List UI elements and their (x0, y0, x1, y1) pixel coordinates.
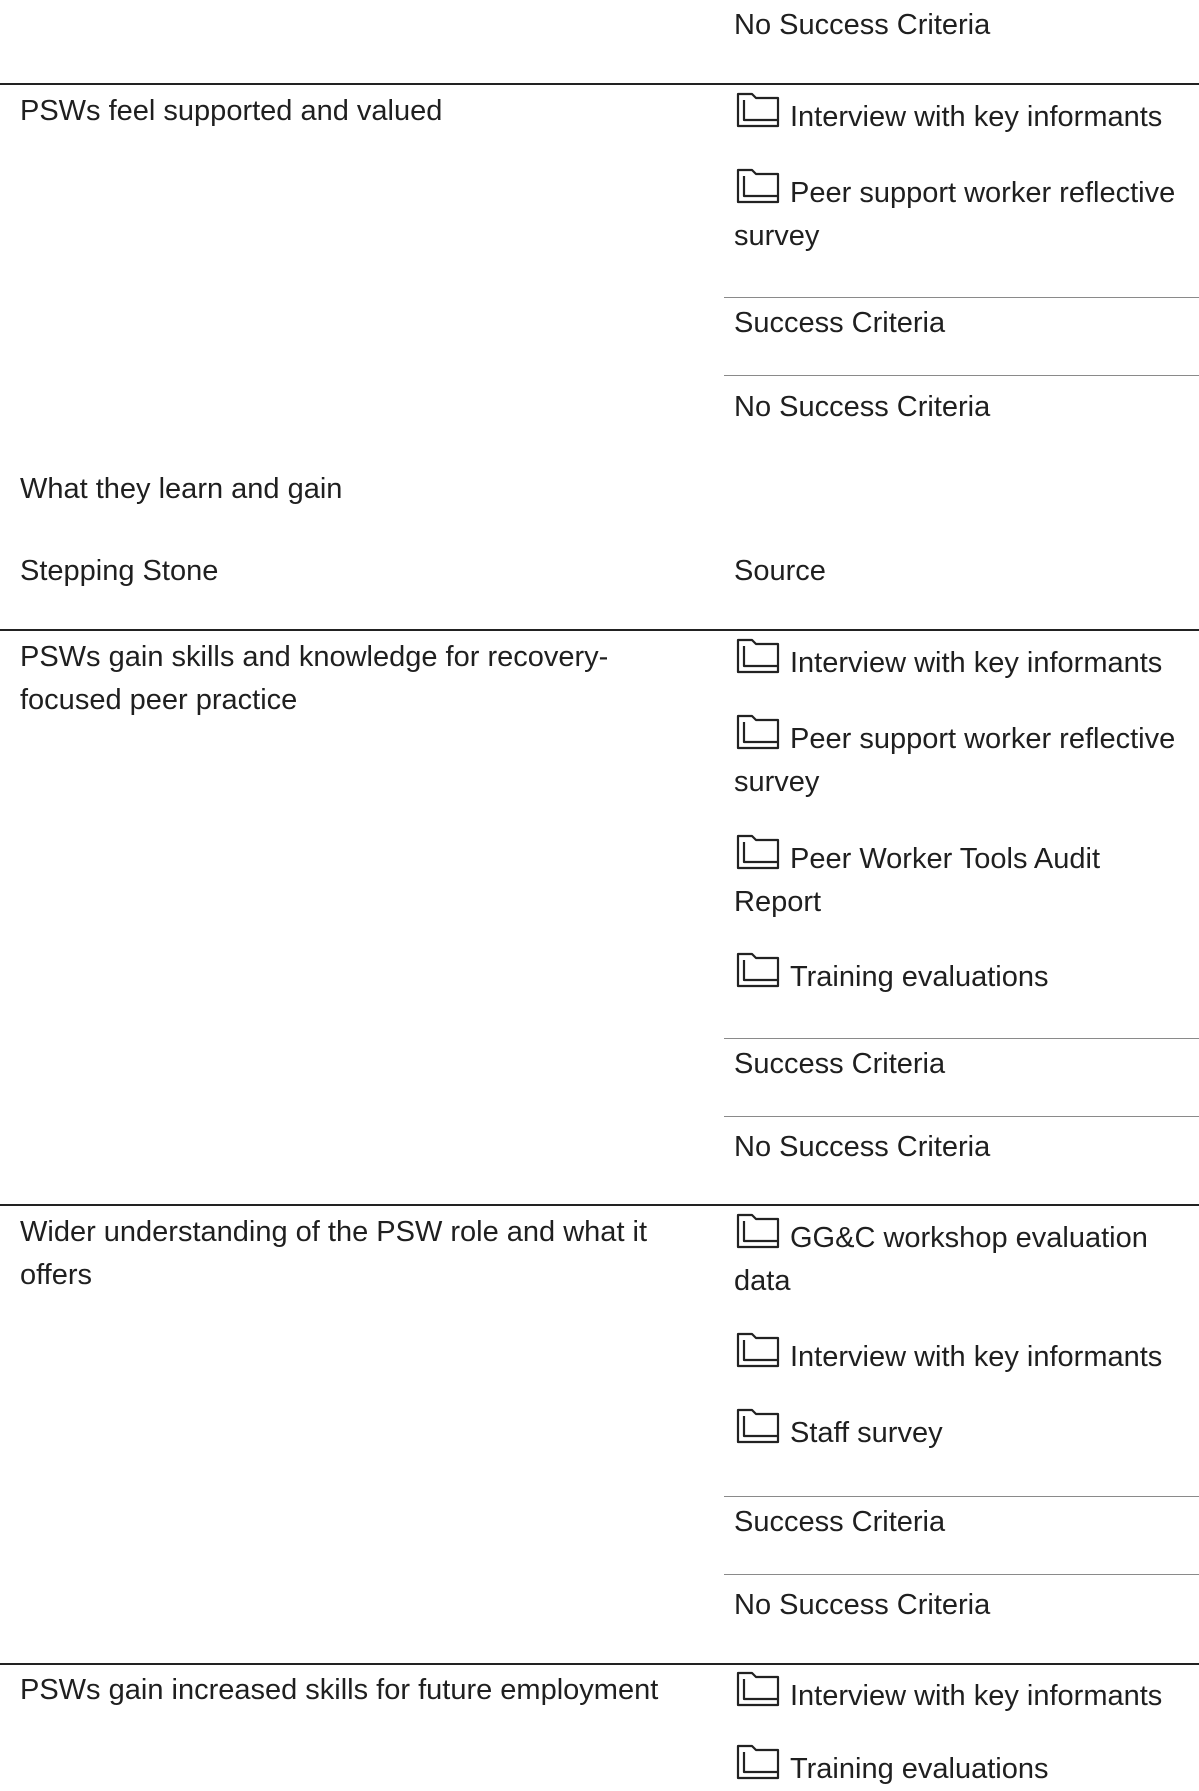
source-label: Interview with key informants (790, 1341, 1163, 1373)
source-item[interactable]: Training evaluations (734, 950, 1194, 999)
row-divider (0, 1663, 1199, 1665)
source-label: Staff survey (790, 1417, 943, 1449)
divider (724, 1116, 1199, 1117)
source-label: GG&C workshop evaluation data (734, 1222, 1148, 1297)
no-success-criteria: No Success Criteria (734, 1589, 991, 1621)
folder-icon (734, 950, 782, 990)
row-divider (0, 83, 1199, 85)
success-criteria-label: Success Criteria (734, 307, 946, 339)
stepping-stone-text: PSWs gain increased skills for future em… (20, 1674, 659, 1706)
source-item[interactable]: Interview with key informants (734, 1669, 1194, 1718)
row-divider (0, 629, 1199, 631)
folder-icon (734, 712, 782, 752)
folder-icon (734, 90, 782, 130)
source-item[interactable]: Peer Worker Tools Audit Report (734, 832, 1194, 924)
source-label: Training evaluations (790, 1753, 1049, 1785)
source-item[interactable]: Peer support worker reflective survey (734, 166, 1194, 258)
stepping-stone-text: PSWs gain skills and knowledge for recov… (20, 641, 609, 716)
no-success-criteria: No Success Criteria (734, 9, 991, 41)
source-label: Peer Worker Tools Audit Report (734, 843, 1101, 918)
success-criteria-label: Success Criteria (734, 1048, 946, 1080)
folder-icon (734, 1406, 782, 1446)
folder-icon (734, 832, 782, 872)
stepping-stone-text: Wider understanding of the PSW role and … (20, 1216, 648, 1291)
success-criteria-label: Success Criteria (734, 1506, 946, 1538)
divider (724, 297, 1199, 298)
source-label: Interview with key informants (790, 647, 1163, 679)
source-item[interactable]: Interview with key informants (734, 636, 1194, 685)
source-label: Training evaluations (790, 961, 1049, 993)
source-item[interactable]: Interview with key informants (734, 90, 1194, 139)
folder-icon (734, 1742, 782, 1782)
folder-icon (734, 1211, 782, 1251)
folder-icon (734, 1669, 782, 1709)
source-label: Interview with key informants (790, 1680, 1163, 1712)
source-item[interactable]: Peer support worker reflective survey (734, 712, 1194, 804)
source-label: Peer support worker reflective survey (734, 177, 1176, 252)
row-divider (0, 1204, 1199, 1206)
stepping-stone-text: PSWs feel supported and valued (20, 95, 443, 127)
no-success-criteria: No Success Criteria (734, 1131, 991, 1163)
column-header-stepping-stone: Stepping Stone (20, 555, 219, 587)
source-item[interactable]: Staff survey (734, 1406, 1194, 1455)
source-item[interactable]: Training evaluations (734, 1742, 1194, 1791)
divider (724, 1496, 1199, 1497)
source-item[interactable]: GG&C workshop evaluation data (734, 1211, 1194, 1303)
no-success-criteria: No Success Criteria (734, 391, 991, 423)
column-header-source: Source (734, 555, 826, 587)
source-label: Interview with key informants (790, 101, 1163, 133)
divider (724, 1574, 1199, 1575)
divider (724, 375, 1199, 376)
folder-icon (734, 166, 782, 206)
folder-icon (734, 636, 782, 676)
source-label: Peer support worker reflective survey (734, 723, 1176, 798)
divider (724, 1038, 1199, 1039)
source-item[interactable]: Interview with key informants (734, 1330, 1194, 1379)
section-title: What they learn and gain (20, 473, 343, 505)
folder-icon (734, 1330, 782, 1370)
